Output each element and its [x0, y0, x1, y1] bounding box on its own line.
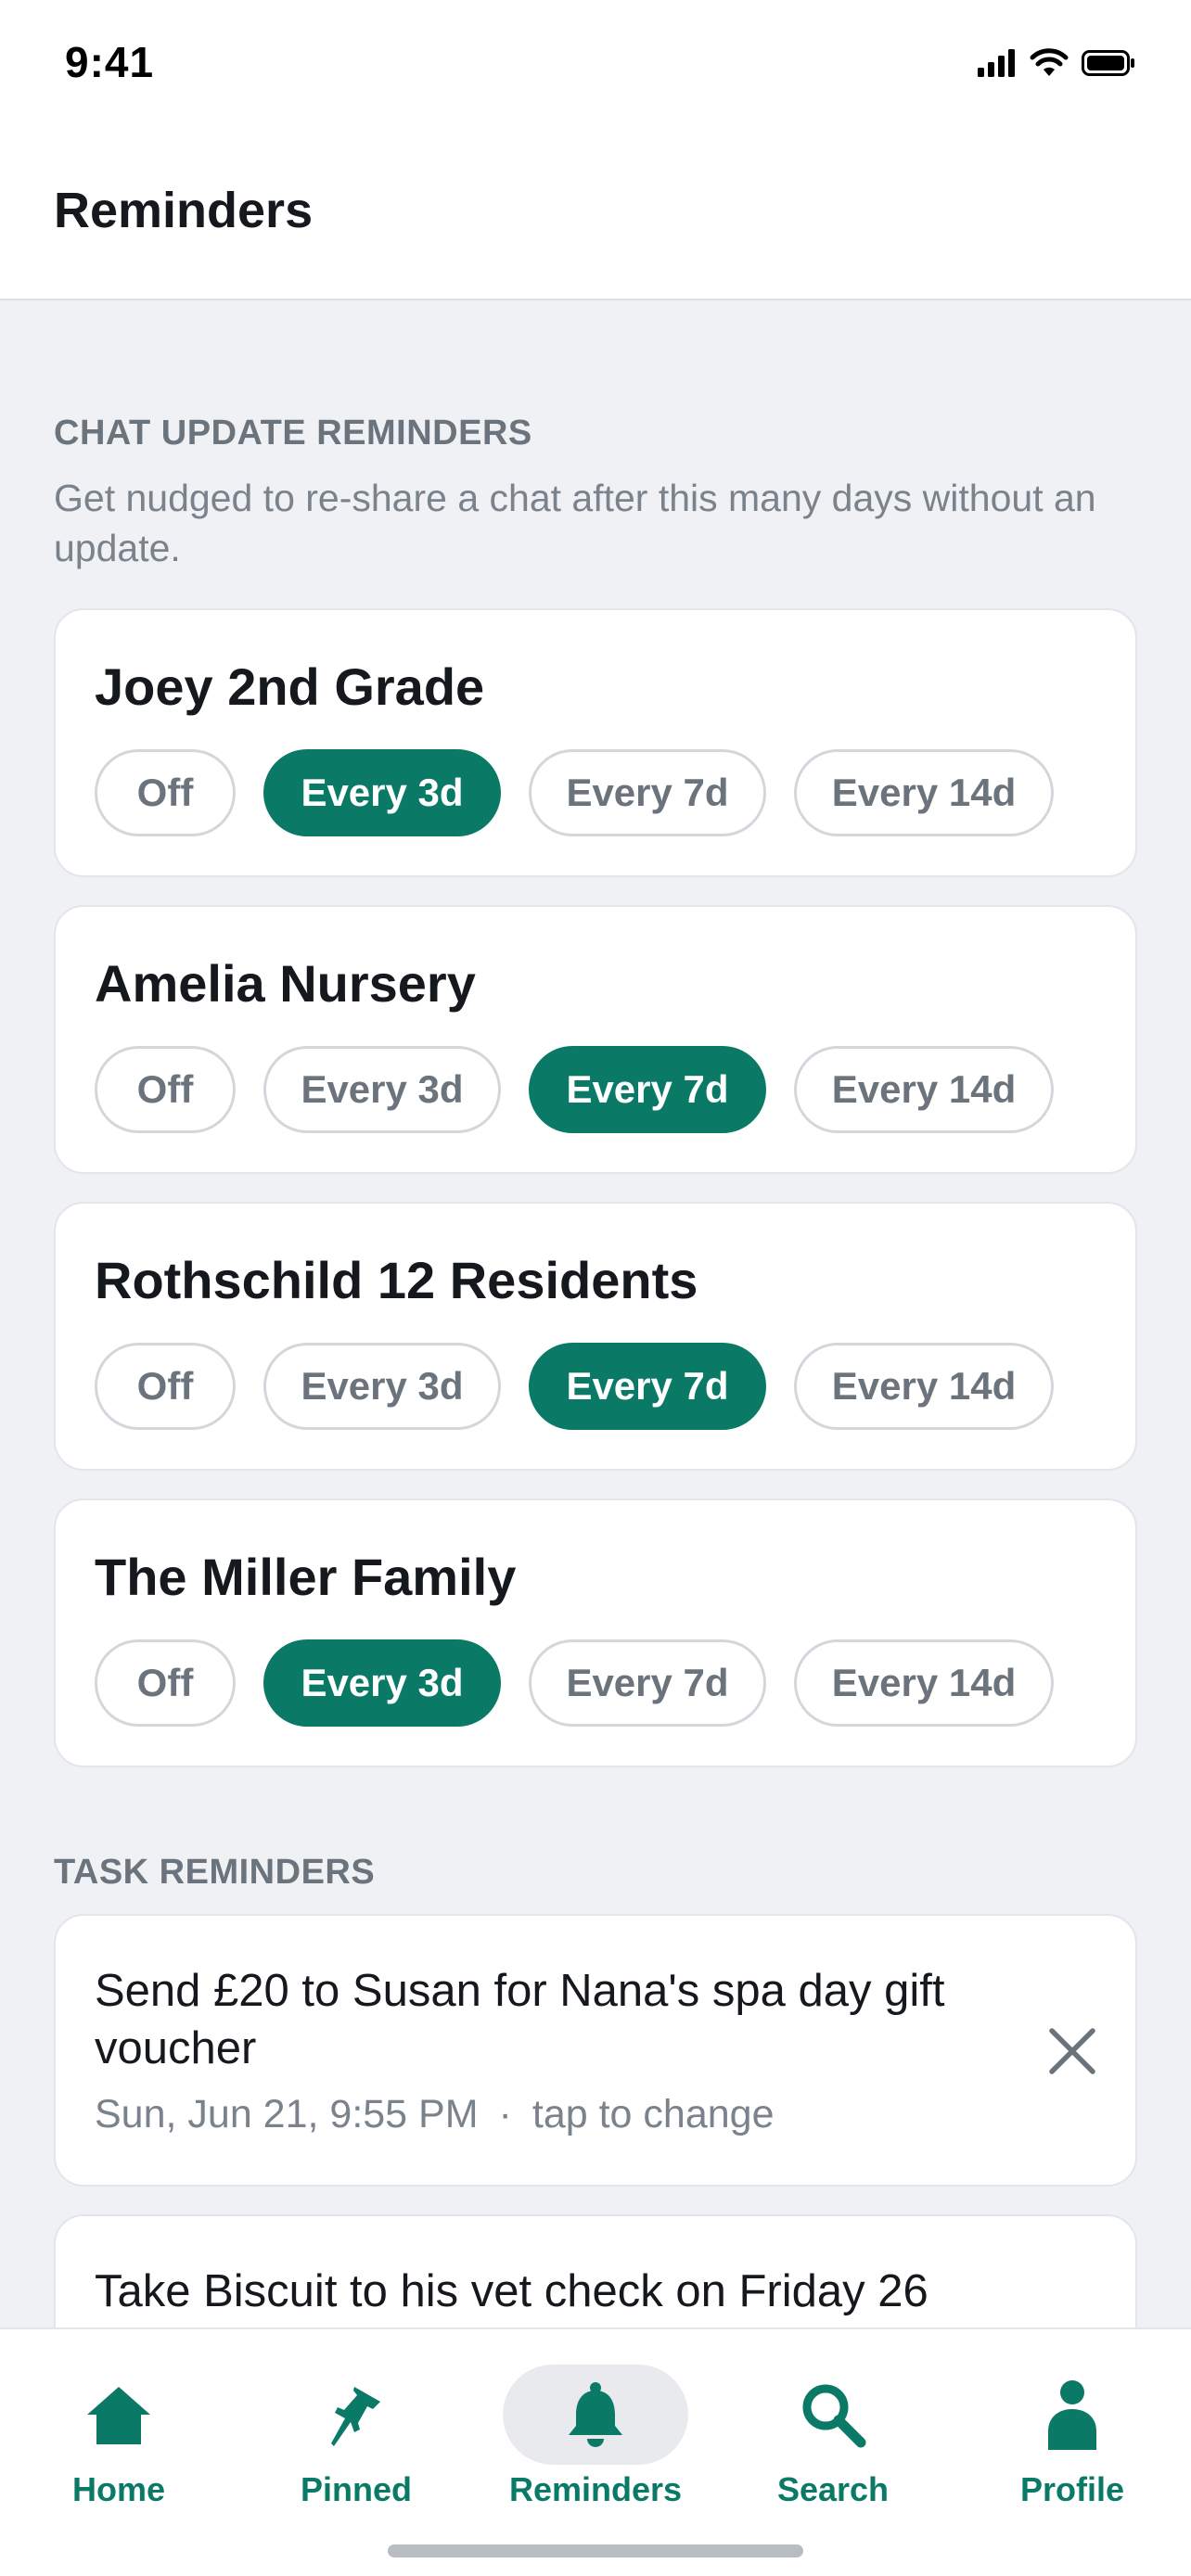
option-every-14d[interactable]: Every 14d	[794, 1639, 1054, 1727]
task-title: Send £20 to Susan for Nana's spa day gif…	[95, 1966, 945, 2073]
tab-label: Pinned	[300, 2470, 412, 2508]
home-indicator	[388, 2544, 803, 2557]
tab-bar: Home Pinned Reminders Search Profile	[0, 2327, 1191, 2576]
option-every-3d[interactable]: Every 3d	[263, 1046, 501, 1133]
bell-icon	[569, 2382, 622, 2447]
close-icon[interactable]	[1044, 2023, 1100, 2079]
option-every-7d[interactable]: Every 7d	[529, 1343, 766, 1430]
chat-name: Joey 2nd Grade	[95, 657, 485, 716]
tab-search[interactable]: Search	[731, 2329, 935, 2515]
tab-label: Search	[776, 2470, 890, 2508]
page-title: Reminders	[54, 183, 314, 238]
home-icon	[87, 2387, 150, 2444]
status-icons	[978, 48, 1135, 78]
option-every-3d[interactable]: Every 3d	[263, 749, 501, 836]
option-every-7d[interactable]: Every 7d	[529, 749, 766, 836]
pin-icon	[331, 2387, 380, 2446]
reminder-options: Off Every 3d Every 7d Every 14d	[95, 1639, 1054, 1727]
task-meta[interactable]: Sun, Jun 21, 9:55 PM · tap to change	[95, 2092, 774, 2137]
option-off[interactable]: Off	[95, 1343, 236, 1430]
chat-card: The Miller Family Off Every 3d Every 7d …	[54, 1498, 1137, 1767]
status-bar: 9:41	[0, 0, 1191, 121]
tab-label: Reminders	[508, 2470, 683, 2508]
tab-reminders[interactable]: Reminders	[493, 2329, 698, 2515]
tab-pinned[interactable]: Pinned	[254, 2329, 458, 2515]
task-title: Take Biscuit to his vet check on Friday …	[95, 2266, 928, 2316]
option-every-3d[interactable]: Every 3d	[263, 1639, 501, 1727]
task-section-title: TASK REMINDERS	[54, 1853, 376, 1892]
chat-section-title: CHAT UPDATE REMINDERS	[54, 414, 532, 453]
chat-name: The Miller Family	[95, 1548, 517, 1606]
option-every-14d[interactable]: Every 14d	[794, 1343, 1054, 1430]
battery-icon	[1082, 50, 1134, 76]
option-every-3d[interactable]: Every 3d	[263, 1343, 501, 1430]
chat-section-description: Get nudged to re-share a chat after this…	[54, 477, 1096, 569]
chat-card: Amelia Nursery Off Every 3d Every 7d Eve…	[54, 905, 1137, 1174]
chat-name: Rothschild 12 Residents	[95, 1251, 698, 1309]
tab-home[interactable]: Home	[17, 2329, 221, 2515]
task-change-hint: tap to change	[531, 2092, 775, 2136]
reminders-content[interactable]: CHAT UPDATE REMINDERS Get nudged to re-s…	[0, 300, 1191, 2327]
status-time: 9:41	[65, 38, 155, 86]
chat-name: Amelia Nursery	[95, 954, 476, 1013]
chat-card: Joey 2nd Grade Off Every 3d Every 7d Eve…	[54, 608, 1137, 877]
task-date: Sun, Jun 21, 9:55 PM	[95, 2092, 479, 2136]
tab-label: Profile	[1019, 2470, 1125, 2508]
option-every-14d[interactable]: Every 14d	[794, 1046, 1054, 1133]
reminder-options: Off Every 3d Every 7d Every 14d	[95, 1343, 1054, 1430]
task-card[interactable]: Send £20 to Susan for Nana's spa day gif…	[54, 1914, 1137, 2187]
search-icon	[802, 2384, 866, 2448]
reminder-options: Off Every 3d Every 7d Every 14d	[95, 1046, 1054, 1133]
reminder-options: Off Every 3d Every 7d Every 14d	[95, 749, 1054, 836]
option-every-14d[interactable]: Every 14d	[794, 749, 1054, 836]
signal-icon	[978, 49, 1015, 77]
option-off[interactable]: Off	[95, 749, 236, 836]
wifi-icon	[1030, 48, 1069, 76]
option-every-7d[interactable]: Every 7d	[529, 1046, 766, 1133]
option-off[interactable]: Off	[95, 1639, 236, 1727]
header: Reminders	[0, 121, 1191, 300]
option-off[interactable]: Off	[95, 1046, 236, 1133]
chat-card: Rothschild 12 Residents Off Every 3d Eve…	[54, 1202, 1137, 1471]
profile-icon	[1048, 2380, 1096, 2450]
tab-profile[interactable]: Profile	[970, 2329, 1174, 2515]
tab-label: Home	[71, 2470, 166, 2508]
meta-separator: ·	[498, 2092, 512, 2136]
option-every-7d[interactable]: Every 7d	[529, 1639, 766, 1727]
task-card[interactable]: Take Biscuit to his vet check on Friday …	[54, 2214, 1137, 2327]
